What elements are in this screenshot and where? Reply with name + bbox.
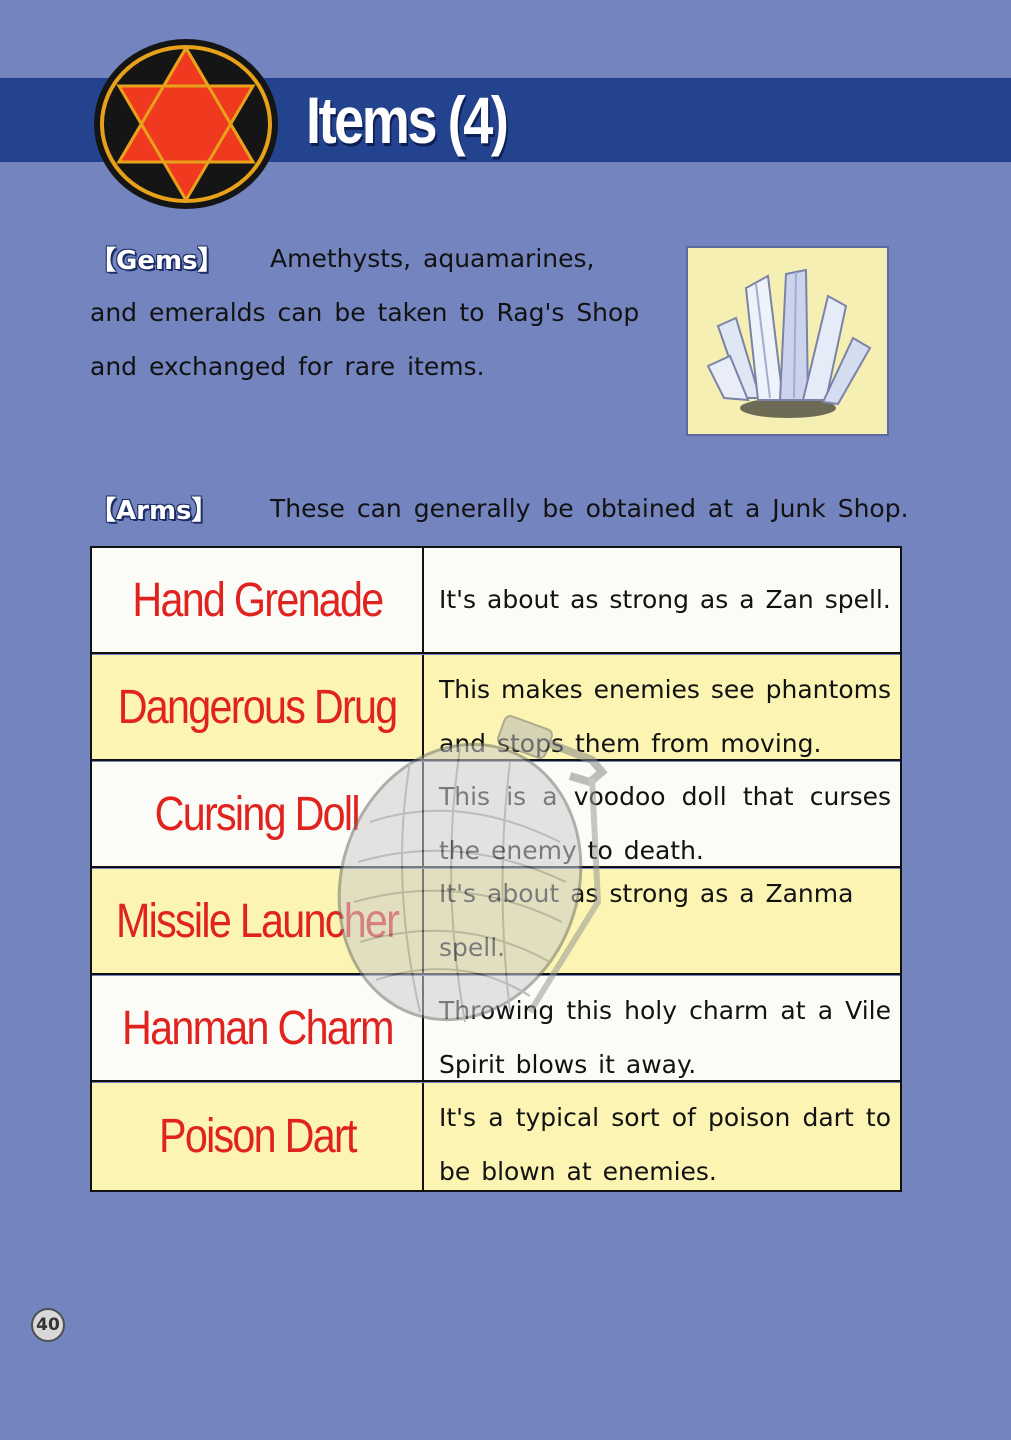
table-row: Poison Dart It's a typical sort of poiso…: [92, 1083, 900, 1190]
item-name-cell: Poison Dart: [92, 1083, 424, 1190]
item-name-cell: Hand Grenade: [92, 548, 424, 652]
page-number: 40: [31, 1308, 65, 1342]
gems-text-line-3: and exchanged for rare items.: [90, 352, 485, 381]
arms-intro-text: These can generally be obtained at a Jun…: [270, 494, 909, 523]
arms-section-tag: 【Arms】: [90, 496, 218, 526]
item-name: Hand Grenade: [131, 573, 384, 627]
item-name: Poison Dart: [158, 1110, 357, 1163]
item-description: It's about as strong as a Zan spell.: [439, 585, 891, 614]
hand-grenade-icon: [337, 715, 608, 1023]
gems-text-line-1: Amethysts, aquamarines,: [270, 244, 595, 273]
gems-text-line-2: and emeralds can be taken to Rag's Shop: [90, 298, 640, 327]
hexagram-emblem-icon: [94, 39, 278, 209]
item-description: It's a typical sort of poison dart to be…: [439, 1103, 891, 1186]
gems-section-tag: 【Gems】: [90, 246, 224, 276]
page-title: Items (4): [306, 83, 509, 157]
table-row: Hand Grenade It's about as strong as a Z…: [92, 548, 900, 654]
item-name: Cursing Doll: [154, 787, 361, 841]
gem-image-frame: [686, 246, 889, 436]
crystal-gem-icon: [706, 268, 872, 418]
